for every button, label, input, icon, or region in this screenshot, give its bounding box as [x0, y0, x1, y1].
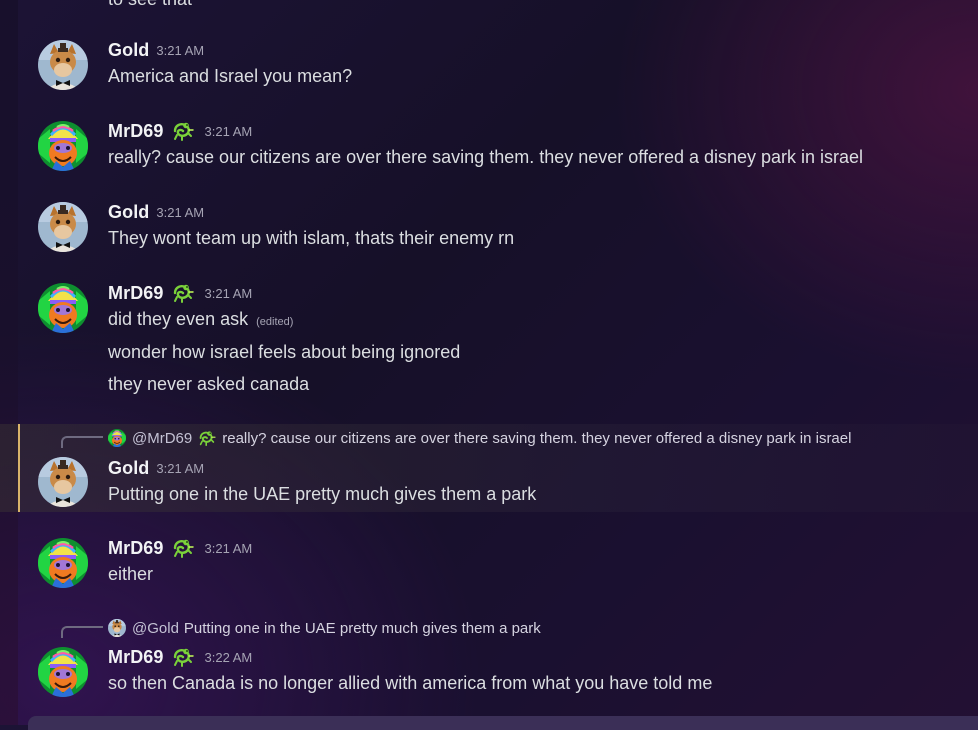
- message-content: either: [108, 564, 154, 584]
- timestamp[interactable]: 3:22 AM: [205, 650, 253, 665]
- username[interactable]: Gold: [108, 202, 149, 223]
- rainbow-cap-avatar-icon: [108, 429, 126, 447]
- message-header: Gold 3:21 AM: [108, 39, 204, 61]
- message-group[interactable]: MrD69 3:21 AM did they even ask (edited)…: [0, 275, 978, 405]
- message-content: they never asked canada: [108, 374, 310, 394]
- message-header: MrD69 3:21 AM: [108, 537, 252, 559]
- message-group[interactable]: MrD69 3:21 AM either: [0, 530, 978, 600]
- message-content: really? cause our citizens are over ther…: [108, 147, 864, 167]
- avatar[interactable]: [38, 538, 88, 588]
- message-group[interactable]: Gold 3:21 AM America and Israel you mean…: [0, 32, 978, 102]
- timestamp[interactable]: 3:21 AM: [205, 286, 253, 301]
- rainbow-cap-avatar-icon: [38, 647, 88, 697]
- message-header: Gold 3:21 AM: [108, 457, 204, 479]
- gecko-badge-icon[interactable]: [172, 538, 194, 558]
- message-header: MrD69 3:21 AM: [108, 282, 252, 304]
- message-content: so then Canada is no longer allied with …: [108, 673, 713, 693]
- avatar[interactable]: [38, 121, 88, 171]
- fox-avatar-icon: [38, 40, 88, 90]
- message-text: did they even ask: [108, 309, 249, 329]
- avatar[interactable]: [38, 457, 88, 507]
- fox-avatar-icon: [38, 457, 88, 507]
- gecko-badge-icon[interactable]: [172, 121, 194, 141]
- reply-username[interactable]: @Gold: [132, 620, 179, 637]
- reply-preview[interactable]: @Gold Putting one in the UAE pretty much…: [108, 618, 541, 638]
- username[interactable]: Gold: [108, 40, 149, 61]
- message-header: MrD69 3:21 AM: [108, 120, 252, 142]
- avatar[interactable]: [38, 202, 88, 252]
- timestamp[interactable]: 3:21 AM: [156, 43, 204, 58]
- username[interactable]: MrD69: [108, 538, 164, 559]
- timestamp[interactable]: 3:21 AM: [156, 461, 204, 476]
- message-group[interactable]: @Gold Putting one in the UAE pretty much…: [0, 616, 978, 706]
- reply-text[interactable]: Putting one in the UAE pretty much gives…: [184, 620, 541, 637]
- rainbow-cap-avatar-icon: [38, 538, 88, 588]
- message-group-highlighted[interactable]: @MrD69 really? cause our citizens are ov…: [0, 424, 978, 512]
- message-input-bar[interactable]: [28, 716, 978, 730]
- username[interactable]: MrD69: [108, 121, 164, 142]
- rainbow-cap-avatar-icon: [38, 283, 88, 333]
- avatar[interactable]: [38, 40, 88, 90]
- timestamp[interactable]: 3:21 AM: [205, 124, 253, 139]
- message-group[interactable]: Gold 3:21 AM They wont team up with isla…: [0, 194, 978, 264]
- message-header: Gold 3:21 AM: [108, 201, 204, 223]
- username[interactable]: MrD69: [108, 283, 164, 304]
- gecko-badge-icon[interactable]: [172, 283, 194, 303]
- message-content: They wont team up with islam, thats thei…: [108, 228, 515, 248]
- rainbow-cap-avatar-icon: [38, 121, 88, 171]
- message-content: Putting one in the UAE pretty much gives…: [108, 484, 537, 504]
- avatar[interactable]: [38, 283, 88, 333]
- reply-spine: [61, 436, 103, 448]
- reply-preview[interactable]: @MrD69 really? cause our citizens are ov…: [108, 428, 851, 448]
- username[interactable]: Gold: [108, 458, 149, 479]
- mention-highlight-bar: [18, 424, 20, 512]
- timestamp[interactable]: 3:21 AM: [156, 205, 204, 220]
- message-content: did they even ask (edited): [108, 309, 293, 330]
- message-header: MrD69 3:22 AM: [108, 646, 252, 668]
- reply-text[interactable]: really? cause our citizens are over ther…: [222, 430, 851, 447]
- reply-username[interactable]: @MrD69: [132, 430, 192, 447]
- fox-avatar-icon: [38, 202, 88, 252]
- message-group[interactable]: MrD69 3:21 AM really? cause our citizens…: [0, 113, 978, 183]
- reply-avatar: [108, 619, 126, 637]
- gecko-badge-icon[interactable]: [172, 647, 194, 667]
- message-content: America and Israel you mean?: [108, 66, 353, 86]
- edited-label: (edited): [256, 316, 294, 328]
- timestamp[interactable]: 3:21 AM: [205, 541, 253, 556]
- fox-avatar-icon: [108, 619, 126, 637]
- reply-spine: [61, 626, 103, 638]
- gecko-badge-icon: [198, 430, 216, 446]
- avatar[interactable]: [38, 647, 88, 697]
- previous-message-fragment: to see that: [108, 0, 192, 10]
- reply-avatar: [108, 429, 126, 447]
- message-content: wonder how israel feels about being igno…: [108, 342, 461, 362]
- username[interactable]: MrD69: [108, 647, 164, 668]
